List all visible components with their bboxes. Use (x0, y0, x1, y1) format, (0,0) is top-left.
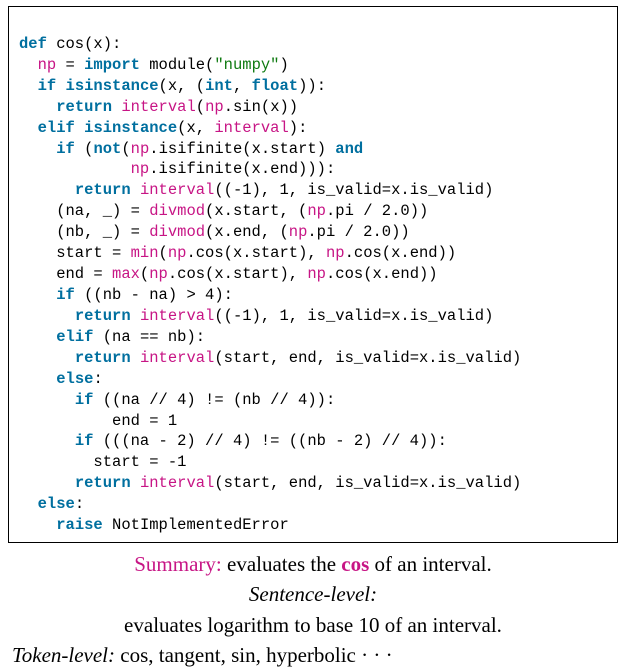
code-line: end = max(np.cos(x.start), np.cos(x.end)… (19, 265, 438, 283)
token-level-text: cos, tangent, sin, hyperbolic · · · (115, 643, 393, 667)
summary-text-post: of an interval. (369, 552, 491, 576)
code-line: raise NotImplementedError (19, 516, 289, 534)
code-line: def cos(x): (19, 35, 121, 53)
sentence-level-label: Sentence-level: (10, 579, 616, 609)
summary-label: Summary: (134, 552, 222, 576)
code-line: if (not(np.isifinite(x.start) and (19, 140, 363, 158)
code-line: return interval(np.sin(x)) (19, 98, 298, 116)
code-line: return interval((-1), 1, is_valid=x.is_v… (19, 307, 493, 325)
code-line: if isinstance(x, (int, float)): (19, 77, 326, 95)
code-line: else: (19, 370, 103, 388)
token-level-line: Token-level: cos, tangent, sin, hyperbol… (10, 640, 616, 670)
code-line: if (((na - 2) // 4) != ((nb - 2) // 4)): (19, 432, 447, 450)
code-line: return interval(start, end, is_valid=x.i… (19, 349, 521, 367)
code-line: np = import module("numpy") (19, 56, 289, 74)
code-line: start = -1 (19, 453, 186, 471)
caption-block: Summary: evaluates the cos of an interva… (10, 549, 616, 671)
code-line: np.isifinite(x.end))): (19, 160, 335, 178)
code-block: def cos(x): np = import module("numpy") … (8, 6, 618, 543)
code-line: elif (na == nb): (19, 328, 205, 346)
code-line: if ((na // 4) != (nb // 4)): (19, 391, 335, 409)
code-line: (nb, _) = divmod(x.end, (np.pi / 2.0)) (19, 223, 410, 241)
code-line: elif isinstance(x, interval): (19, 119, 307, 137)
summary-line: Summary: evaluates the cos of an interva… (10, 549, 616, 579)
code-line: return interval(start, end, is_valid=x.i… (19, 474, 521, 492)
code-line: (na, _) = divmod(x.start, (np.pi / 2.0)) (19, 202, 428, 220)
token-level-label: Token-level: (12, 643, 115, 667)
summary-text-pre: evaluates the (222, 552, 342, 576)
code-line: else: (19, 495, 84, 513)
code-line: start = min(np.cos(x.start), np.cos(x.en… (19, 244, 456, 262)
sentence-level-text: evaluates logarithm to base 10 of an int… (10, 610, 616, 640)
code-line: return interval((-1), 1, is_valid=x.is_v… (19, 181, 493, 199)
code-line: if ((nb - na) > 4): (19, 286, 233, 304)
code-line: end = 1 (19, 412, 177, 430)
summary-cos: cos (341, 552, 369, 576)
